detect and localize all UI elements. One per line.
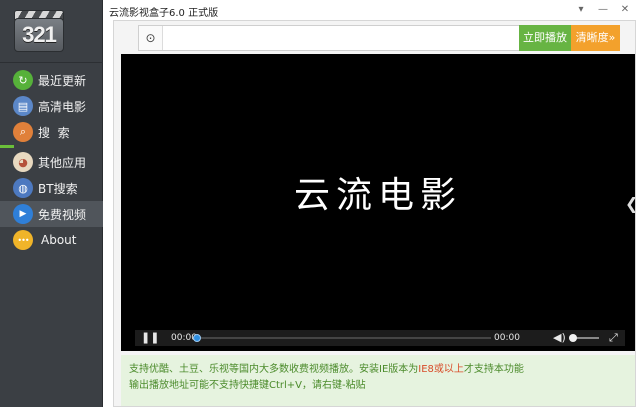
ie-version-highlight: IE8或以上 [418,364,464,375]
menu-dropdown-icon[interactable]: ▾ [574,3,588,17]
logo-number: 321 [22,22,57,47]
refresh-icon: ↻ [13,70,33,90]
progress-track[interactable] [197,337,491,339]
sidebar-item-bt-search[interactable]: ◍ BT搜索 [0,175,103,201]
title-bar: 云流影视盒子6.0 正式版 ▾ — ✕ [104,0,639,20]
video-url-input[interactable] [164,28,516,48]
app-logo: 321 [14,10,64,52]
pause-button[interactable]: ❚❚ [141,330,159,346]
url-bar: ⊙ 立即播放 清晰度» [138,25,620,51]
play-icon: ▶ [13,204,33,224]
video-player[interactable]: 云流电影 ❮ ❚❚ 00:00 00:00 ◀) ⤢ [121,54,638,351]
sidebar-item-about[interactable]: ••• About [0,227,103,253]
video-title: 云流电影 [293,175,462,216]
sidebar-item-search[interactable]: ⌕ 搜 索 [0,119,103,145]
sidebar: 321 ↻ 最近更新 ▤ 高清电影 ⌕ 搜 索 ◕ 其他应用 ◍ BT搜索 ▶ … [0,0,103,407]
main-panel: ⊙ 立即播放 清晰度» 云流电影 ❮ ❚❚ 00:00 00:00 ◀) ⤢ 支… [113,20,638,407]
sidebar-item-label: 搜 索 [38,125,70,140]
quality-button[interactable]: 清晰度» [571,25,620,51]
sidebar-item-label: 其他应用 [38,155,87,170]
progress-handle[interactable] [193,334,201,342]
fullscreen-icon[interactable]: ⤢ [609,330,618,346]
apps-icon: ◕ [13,152,33,172]
sidebar-item-label: 最近更新 [38,73,87,88]
sidebar-item-label: BT搜索 [38,181,78,196]
total-time: 00:00 [494,333,520,343]
notice-line-1: 支持优酷、土豆、乐视等国内大多数收费视频播放。安装IE版本为IE8或以上才支持本… [129,364,524,375]
minimize-button[interactable]: — [596,3,610,17]
sidebar-item-free-video[interactable]: ▶ 免费视频 [0,201,103,227]
sidebar-item-label: 高清电影 [38,99,87,114]
more-icon: ••• [13,230,33,250]
close-button[interactable]: ✕ [618,3,632,17]
target-icon[interactable]: ⊙ [139,26,163,50]
search-icon: ⌕ [13,122,33,142]
volume-icon[interactable]: ◀) [553,330,566,346]
play-now-button[interactable]: 立即播放 [519,25,571,51]
window-title: 云流影视盒子6.0 正式版 [109,8,219,19]
volume-handle[interactable] [569,334,577,342]
player-controls: ❚❚ 00:00 00:00 ◀) ⤢ [135,330,625,346]
sidebar-item-recent[interactable]: ↻ 最近更新 [0,67,103,93]
globe-icon: ◍ [13,178,33,198]
notice-line-2: 输出播放地址可能不支持快捷键Ctrl+V，请右键-粘贴 [129,380,366,391]
film-icon: ▤ [13,96,33,116]
accent-bar [0,145,14,148]
sidebar-item-hd-movies[interactable]: ▤ 高清电影 [0,93,103,119]
notice-panel: 支持优酷、土豆、乐视等国内大多数收费视频播放。安装IE版本为IE8或以上才支持本… [121,355,635,406]
sidebar-item-label: 免费视频 [38,207,87,222]
sidebar-divider [0,62,103,63]
sidebar-item-label: About [41,233,77,247]
sidebar-item-other-apps[interactable]: ◕ 其他应用 [0,149,103,175]
collapse-arrow-icon[interactable]: ❮ [625,189,638,219]
